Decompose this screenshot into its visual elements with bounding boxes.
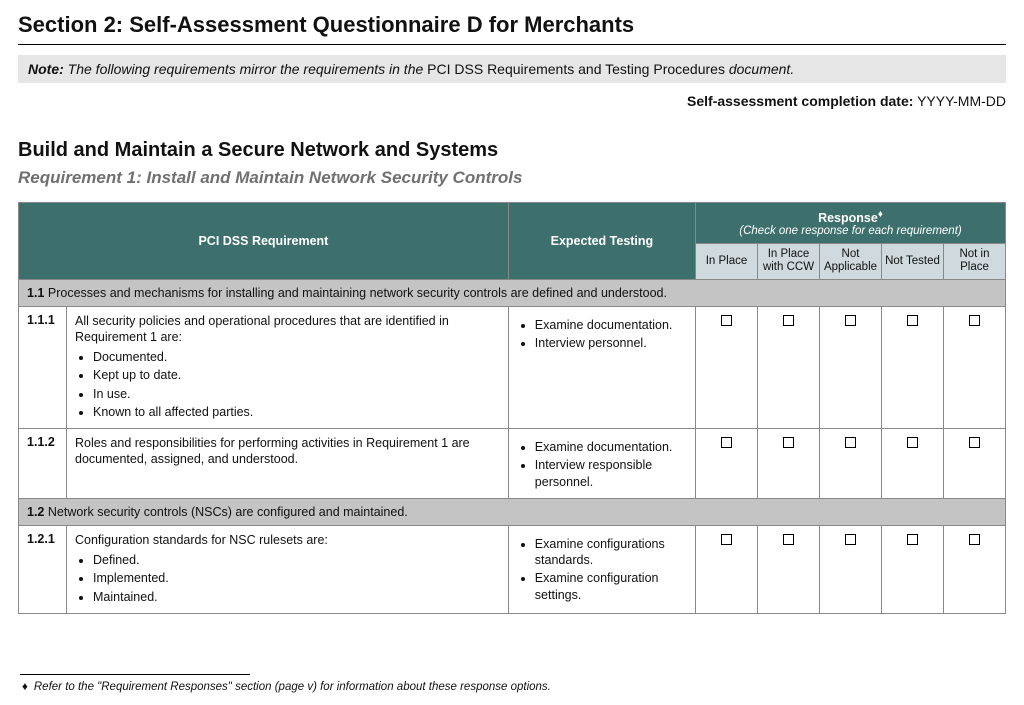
testing-cell: Examine configurations standards. Examin… [508,525,695,613]
resp-option-in-place-ccw: In Place with CCW [758,244,820,279]
note-label: Note: [28,61,64,77]
checkbox[interactable] [721,437,732,448]
checkbox[interactable] [783,315,794,326]
checkbox[interactable] [907,437,918,448]
resp-option-not-in-place: Not in Place [944,244,1006,279]
requirement-title: Requirement 1: Install and Maintain Netw… [18,168,1006,188]
group-row: 1.2 Network security controls (NSCs) are… [19,498,1006,525]
response-dagger-icon: ♦ [878,209,883,220]
footnote-marker-icon: ♦ [22,681,28,693]
row-id: 1.1.1 [19,306,67,429]
checkbox[interactable] [845,315,856,326]
resp-option-not-applicable: Not Applicable [820,244,882,279]
category-title: Build and Maintain a Secure Network and … [18,139,1006,162]
requirement-cell: All security policies and operational pr… [67,306,509,429]
checkbox[interactable] [783,437,794,448]
checkbox[interactable] [969,315,980,326]
testing-cell: Examine documentation. Interview respons… [508,429,695,499]
table-row: 1.2.1 Configuration standards for NSC ru… [19,525,1006,613]
section-title: Section 2: Self-Assessment Questionnaire… [18,12,1006,38]
checkbox[interactable] [783,534,794,545]
group-id: 1.2 [27,505,44,519]
checkbox[interactable] [845,437,856,448]
note-bar: Note: The following requirements mirror … [18,55,1006,83]
footnote-rule [20,674,250,675]
checkbox[interactable] [721,315,732,326]
col-header-testing: Expected Testing [508,203,695,280]
row-id: 1.2.1 [19,525,67,613]
footnote: ♦Refer to the "Requirement Responses" se… [22,681,1006,693]
group-row: 1.1 Processes and mechanisms for install… [19,279,1006,306]
testing-cell: Examine documentation. Interview personn… [508,306,695,429]
checkbox[interactable] [969,534,980,545]
checkbox[interactable] [721,534,732,545]
table-row: 1.1.2 Roles and responsibilities for per… [19,429,1006,499]
requirement-cell: Roles and responsibilities for performin… [67,429,509,499]
resp-option-in-place: In Place [696,244,758,279]
group-text: Processes and mechanisms for installing … [48,286,667,300]
completion-date-row: Self-assessment completion date: YYYY-MM… [18,93,1006,109]
row-id: 1.1.2 [19,429,67,499]
group-id: 1.1 [27,286,44,300]
note-text-before: The following requirements mirror the re… [68,61,428,77]
resp-option-not-tested: Not Tested [882,244,944,279]
checkbox[interactable] [969,437,980,448]
col-header-response: Response♦ (Check one response for each r… [696,203,1006,244]
checkbox[interactable] [907,315,918,326]
checkbox[interactable] [907,534,918,545]
group-text: Network security controls (NSCs) are con… [48,505,408,519]
note-doc-name: PCI DSS Requirements and Testing Procedu… [427,61,725,77]
requirement-table: PCI DSS Requirement Expected Testing Res… [18,202,1006,614]
note-text-after: document. [725,61,794,77]
table-row: 1.1.1 All security policies and operatio… [19,306,1006,429]
completion-date-label: Self-assessment completion date: [687,93,913,109]
title-underline [18,44,1006,45]
col-header-requirement: PCI DSS Requirement [19,203,509,280]
completion-date-value: YYYY-MM-DD [917,93,1006,109]
checkbox[interactable] [845,534,856,545]
requirement-cell: Configuration standards for NSC rulesets… [67,525,509,613]
